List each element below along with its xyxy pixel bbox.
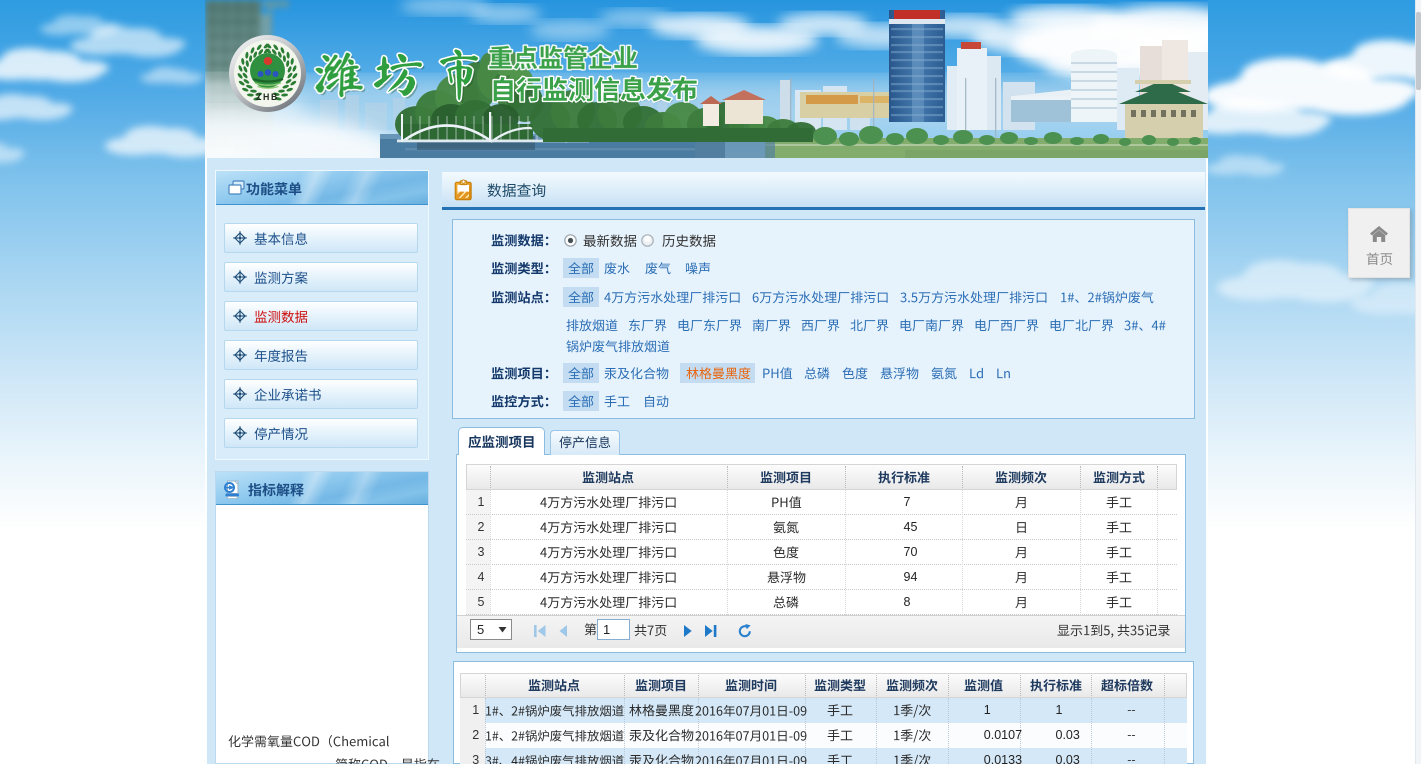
svg-text:ZHB: ZHB (256, 92, 279, 102)
